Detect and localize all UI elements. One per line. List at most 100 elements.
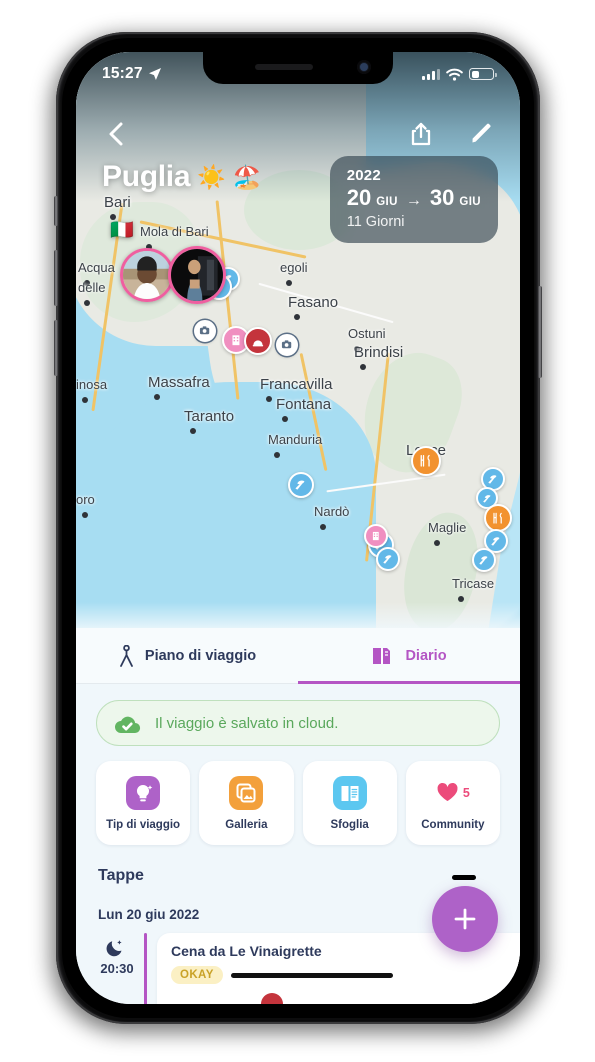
trip-end-day: 30 <box>429 185 455 210</box>
front-camera <box>357 60 371 74</box>
section-tabs: Piano di viaggio Diario <box>76 628 520 684</box>
cellular-bars-icon <box>422 68 440 80</box>
chevron-left-icon <box>109 122 122 146</box>
trip-date-card[interactable]: 2022 20 GIU → 30 GIU 11 Giorni <box>329 156 498 243</box>
map-pin-beach[interactable] <box>288 472 314 498</box>
pencil-icon <box>472 123 491 143</box>
add-button[interactable] <box>432 886 498 952</box>
map-pin-hotel[interactable] <box>364 524 388 548</box>
map-place-dot <box>266 396 272 402</box>
map-place-label: oro <box>76 492 95 507</box>
compass-icon <box>120 644 133 667</box>
share-button[interactable] <box>406 119 436 149</box>
tab-diario[interactable]: Diario <box>298 628 520 684</box>
map-place-dot <box>190 428 196 434</box>
map-place-label: Ostuni <box>348 326 386 341</box>
mute-switch[interactable] <box>54 196 58 226</box>
entry-time: 20:30 <box>100 961 134 976</box>
beach-emoji: 🏖️ <box>232 163 262 190</box>
card-sfoglia[interactable]: Sfoglia <box>302 761 397 845</box>
card-tip-di-viaggio[interactable]: Tip di viaggio <box>96 761 191 845</box>
map-place-dot <box>360 364 366 370</box>
map-pin-beach[interactable] <box>376 547 400 571</box>
map-place-label: Francavilla <box>260 376 333 393</box>
back-button[interactable] <box>100 119 130 149</box>
phone-notch <box>203 52 393 84</box>
open-book-icon <box>373 647 391 664</box>
map-place-dot <box>286 280 292 286</box>
map-pin-beach[interactable] <box>472 548 496 572</box>
map-pin-photo[interactable] <box>194 320 216 342</box>
tab-label: Diario <box>405 647 447 664</box>
map-place-label: Maglie <box>428 520 467 535</box>
map-place-label: inosa <box>76 377 108 392</box>
entry-marker-dot <box>261 993 283 1004</box>
map-place-label: Mola di Bari <box>140 224 209 239</box>
map-place-label: Acqua <box>78 260 115 275</box>
community-count: 5 <box>462 785 470 800</box>
card-community[interactable]: 5 Community <box>405 761 500 845</box>
wifi-icon <box>446 68 463 81</box>
map-place-label: Fasano <box>288 294 339 311</box>
edit-button[interactable] <box>466 119 496 149</box>
map-place-label: Fontana <box>276 396 332 413</box>
map-place-dot <box>154 394 160 400</box>
map-pin-food[interactable] <box>484 504 512 532</box>
quick-action-cards: Tip di viaggio Galleria Sfoglia 5 Commun… <box>76 746 520 845</box>
avatar[interactable] <box>120 248 174 302</box>
card-label: Galleria <box>225 818 268 831</box>
photo-stack-glyph <box>236 783 256 802</box>
volume-down-button[interactable] <box>54 320 58 376</box>
lightbulb-glyph <box>137 784 153 801</box>
status-bar-time: 15:27 <box>102 65 143 82</box>
hero-bottom-fade <box>76 602 520 628</box>
volume-up-button[interactable] <box>54 250 58 306</box>
screenshot-stage: Bari Mola di Bari Acqua delle egoli Fasano Ost… <box>0 0 595 1062</box>
map-place-label: Manduria <box>268 432 323 447</box>
plus-icon <box>454 908 476 930</box>
status-bar-left: 15:27 <box>102 65 162 83</box>
redacted-bar <box>230 972 393 978</box>
country-flag-marker: 🇮🇹 <box>110 220 134 241</box>
moon-icon <box>106 940 122 957</box>
entry-meta-row: OKAY <box>171 966 506 984</box>
map-pin-food[interactable] <box>411 446 441 476</box>
trip-end-month: GIU <box>459 196 481 208</box>
trip-start-month: GIU <box>376 196 398 208</box>
map-place-label: delle <box>78 280 106 295</box>
sheet-drag-handle[interactable] <box>452 875 476 880</box>
map-place-dot <box>274 452 280 458</box>
card-label: Community <box>421 818 485 831</box>
card-galleria[interactable]: Galleria <box>199 761 294 845</box>
battery-icon <box>469 68 497 80</box>
map-place-label: Massafra <box>148 374 210 391</box>
map-place-label: Tricase <box>452 576 495 591</box>
cloud-check-icon <box>115 716 141 733</box>
avatar-photo-1 <box>123 251 171 299</box>
map-place-label: Brindisi <box>354 344 404 361</box>
map-place-label: Nardò <box>314 504 350 519</box>
share-icon <box>411 122 431 146</box>
map-place-dot <box>82 397 88 403</box>
map-place-dot <box>84 300 90 306</box>
community-heart-group: 5 <box>436 776 470 810</box>
page-title: Puglia ☀️ 🏖️ <box>102 160 261 194</box>
cloud-save-banner: Il viaggio è salvato in cloud. <box>96 700 500 746</box>
avatar-photo-2 <box>171 249 223 301</box>
location-arrow-icon <box>148 68 161 80</box>
book-glyph <box>341 785 359 801</box>
tab-piano-di-viaggio[interactable]: Piano di viaggio <box>76 628 298 683</box>
heart-icon <box>437 782 458 802</box>
avatar[interactable] <box>168 246 226 304</box>
status-badge: OKAY <box>171 966 223 984</box>
map-hero[interactable]: Bari Mola di Bari Acqua delle egoli Fasano Ost… <box>76 52 520 628</box>
trip-title-text: Puglia <box>102 160 191 193</box>
cloud-save-text: Il viaggio è salvato in cloud. <box>155 714 339 732</box>
map-pin-rest[interactable] <box>244 327 272 355</box>
map-place-dot <box>434 540 440 546</box>
lightbulb-icon <box>126 775 161 810</box>
power-button[interactable] <box>538 286 542 378</box>
map-pin-photo[interactable] <box>276 334 298 356</box>
map-place-dot <box>294 314 300 320</box>
trip-date-range: 20 GIU → 30 GIU <box>347 185 481 211</box>
